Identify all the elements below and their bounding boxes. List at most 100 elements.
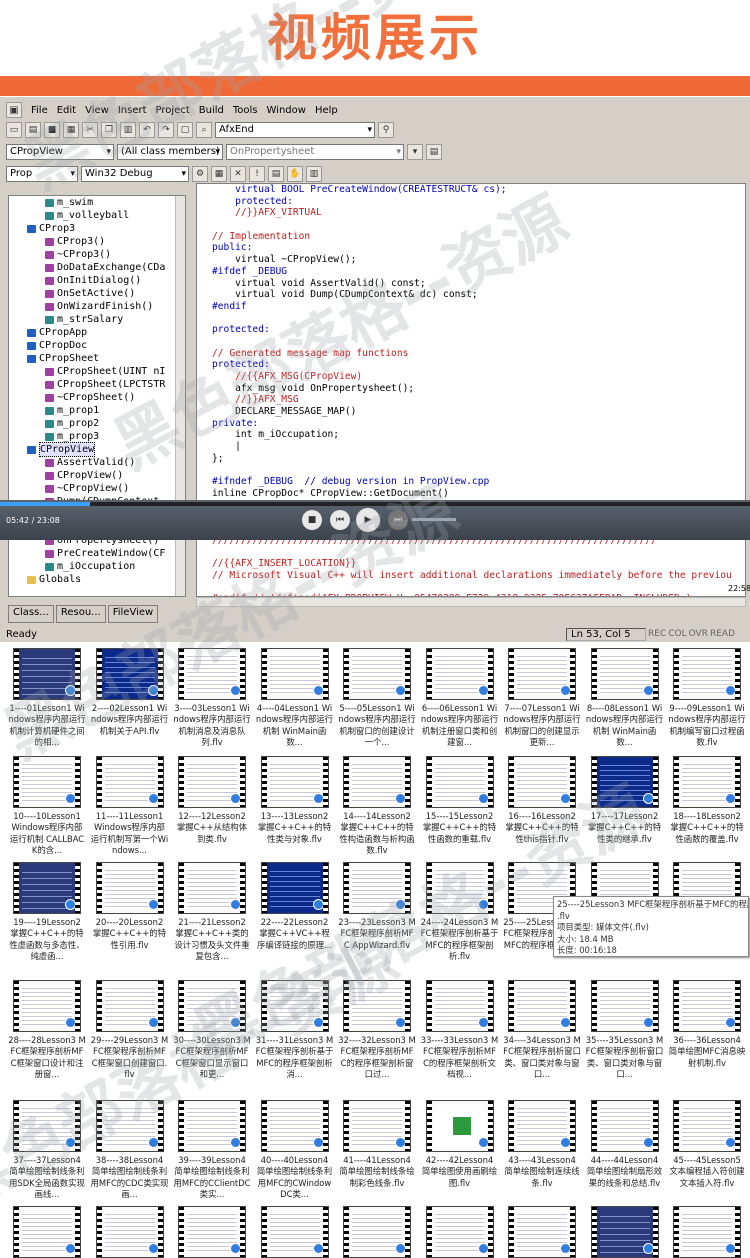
tree-node[interactable]: OnWizardFinish() <box>9 300 185 313</box>
stop-icon[interactable]: ■ <box>302 510 322 530</box>
menu-view[interactable]: View <box>85 105 109 116</box>
tree-node[interactable]: CPropSheet(LPCTSTR <box>9 378 185 391</box>
video-tile[interactable]: 17----17Lesson2 掌握C++C++的特性类的继承.flv <box>584 756 666 845</box>
video-progress-bar[interactable] <box>0 502 750 506</box>
find-icon[interactable]: ⚲ <box>378 122 394 138</box>
workspace-tab[interactable]: FileView <box>107 605 159 623</box>
tree-node[interactable]: CPropView() <box>9 469 185 482</box>
video-tile[interactable]: 41----41Lesson4 简单绘图绘制线条绘制彩色线条.flv <box>336 1100 418 1189</box>
video-tile[interactable]: 11----11Lesson1 Windows程序内部运行机制写第一个Windo… <box>89 756 171 856</box>
video-tile[interactable]: 1----01Lesson1 Windows程序内部运行机制计算机硬件之间的相.… <box>6 648 88 748</box>
tree-node[interactable]: CPropSheet(UINT nI <box>9 365 185 378</box>
menu-insert[interactable]: Insert <box>118 105 147 116</box>
workspace-tab[interactable]: Resou... <box>55 605 106 623</box>
tree-node[interactable]: m_prop2 <box>9 417 185 430</box>
video-tile[interactable] <box>584 1206 666 1258</box>
open-folder-icon[interactable]: ▤ <box>25 122 41 138</box>
video-tile[interactable]: 16----16Lesson2 掌握C++C++的特性this指针.flv <box>501 756 583 845</box>
tree-node[interactable]: CProp3() <box>9 235 185 248</box>
previous-icon[interactable]: ⏮ <box>330 510 350 530</box>
video-tile[interactable]: 9----09Lesson1 Windows程序内部运行机制编写窗口过程函数.f… <box>666 648 748 748</box>
video-tile[interactable]: 8----08Lesson1 Windows程序内部运行机制 WinMain函数… <box>584 648 666 748</box>
execute-icon[interactable]: ! <box>249 166 265 182</box>
tree-node[interactable]: OnSetActive() <box>9 287 185 300</box>
tree-node[interactable]: ~CPropSheet() <box>9 391 185 404</box>
video-tile[interactable]: 34----34Lesson3 MFC框架程序剖析窗口类、窗口类对象与窗口... <box>501 980 583 1080</box>
video-tile[interactable] <box>254 1206 336 1258</box>
video-tile[interactable]: 6----06Lesson1 Windows程序内部运行机制注册窗口类和创建窗.… <box>419 648 501 748</box>
tree-node[interactable]: m_volleyball <box>9 209 185 222</box>
tree-node[interactable]: Globals <box>9 573 185 586</box>
video-tile[interactable]: 43----43Lesson4 简单绘图绘制连续线条.flv <box>501 1100 583 1189</box>
undo-icon[interactable]: ↶ <box>139 122 155 138</box>
build-icon[interactable]: ▦ <box>211 166 227 182</box>
video-tile[interactable]: 2----02Lesson1 Windows程序内部运行机制关于API.flv <box>89 648 171 737</box>
menu-project[interactable]: Project <box>156 105 190 116</box>
video-tile[interactable]: 15----15Lesson2 掌握C++C++的特性函数的重载.flv <box>419 756 501 845</box>
volume-slider[interactable] <box>412 518 456 521</box>
function-combo[interactable]: OnPropertysheet <box>226 144 404 160</box>
video-tile[interactable]: 14----14Lesson2 掌握C++C++的特性构造函数与析构函数.flv <box>336 756 418 856</box>
video-tile[interactable]: 13----13Lesson2 掌握C++C++的特性类与对象.flv <box>254 756 336 845</box>
video-tile[interactable]: 30----30Lesson3 MFC框架程序剖析MFC框架窗口显示窗口和更..… <box>171 980 253 1080</box>
tree-node[interactable]: CPropDoc <box>9 339 185 352</box>
config-combo[interactable]: Win32 Debug <box>81 166 189 182</box>
workspace-tab[interactable]: Class... <box>8 605 54 623</box>
tree-node[interactable]: m_swim <box>9 196 185 209</box>
tree-node[interactable]: ~CProp3() <box>9 248 185 261</box>
video-tile[interactable] <box>89 1206 171 1258</box>
new-file-icon[interactable]: ▭ <box>6 122 22 138</box>
video-tile[interactable]: 40----40Lesson4 简单绘图绘制线条利用MFC的CWindowDC类… <box>254 1100 336 1200</box>
video-tile[interactable]: 42----42Lesson4 简单绘图使用画刷绘图.flv <box>419 1100 501 1189</box>
tree-node[interactable]: m_prop3 <box>9 430 185 443</box>
menu-build[interactable]: Build <box>199 105 224 116</box>
video-tile[interactable]: 22----22Lesson2 掌握C++VC++程序编译链接的原理... <box>254 862 336 951</box>
project-combo[interactable]: Prop <box>6 166 78 182</box>
video-tile[interactable] <box>419 1206 501 1258</box>
tree-node[interactable]: m_prop1 <box>9 404 185 417</box>
video-tile[interactable]: 5----05Lesson1 Windows程序内部运行机制窗口的创建设计一个.… <box>336 648 418 748</box>
video-tile[interactable]: 20----20Lesson2 掌握C++C++的特性引用.flv <box>89 862 171 951</box>
video-tile[interactable] <box>6 1206 88 1258</box>
redo-icon[interactable]: ↷ <box>158 122 174 138</box>
video-tile[interactable]: 4----04Lesson1 Windows程序内部运行机制 WinMain函数… <box>254 648 336 748</box>
video-tile[interactable]: 36----36Lesson4 简单绘图MFC消息映射机制.flv <box>666 980 748 1069</box>
tree-node[interactable]: m_strSalary <box>9 313 185 326</box>
tree-node[interactable]: m_iOccupation <box>9 560 185 573</box>
copy-icon[interactable]: ❐ <box>101 122 117 138</box>
tree-node[interactable]: CPropView <box>9 442 185 457</box>
class-combo[interactable]: CPropView <box>6 144 114 160</box>
next-icon[interactable]: ⏭ <box>388 510 408 530</box>
cut-icon[interactable]: ✂ <box>82 122 98 138</box>
video-tile[interactable]: 44----44Lesson4 简单绘图绘制扇形效果的线条和总结.flv <box>584 1100 666 1189</box>
wizard-action-icon[interactable]: ▾ <box>407 144 423 160</box>
video-tile[interactable] <box>666 1206 748 1258</box>
find-combo[interactable]: AfxEnd <box>215 122 375 138</box>
wizard-menu-icon[interactable]: ▤ <box>426 144 442 160</box>
editor-hscrollbar[interactable] <box>196 597 746 607</box>
video-tile[interactable]: 18----18Lesson2 掌握C++C++的特性函数的覆盖.flv <box>666 756 748 845</box>
save-all-icon[interactable]: ▦ <box>63 122 79 138</box>
go-icon[interactable]: ▤ <box>268 166 284 182</box>
save-icon[interactable]: ■ <box>44 122 60 138</box>
tree-node[interactable]: OnInitDialog() <box>9 274 185 287</box>
video-tile[interactable]: 10----10Lesson1 Windows程序内部运行机制 CALLBACK… <box>6 756 88 856</box>
members-combo[interactable]: (All class members) <box>117 144 223 160</box>
video-tile[interactable]: 33----33Lesson3 MFC框架程序剖析MFC的程序框架剖析文档视..… <box>419 980 501 1080</box>
video-tile[interactable]: 23----23Lesson3 MFC框架程序剖析MFC AppWizard.f… <box>336 862 418 951</box>
video-tile[interactable]: 29----29Lesson3 MFC框架程序剖析MFC框架窗口创建窗口.flv <box>89 980 171 1080</box>
video-tile[interactable]: 7----07Lesson1 Windows程序内部运行机制窗口的创建显示更新.… <box>501 648 583 748</box>
video-tile[interactable]: 37----37Lesson4 简单绘图绘制线条利用SDK全局函数实现画线... <box>6 1100 88 1200</box>
menu-window[interactable]: Window <box>267 105 306 116</box>
video-tile[interactable]: 12----12Lesson2 掌握C++从结构体到类.flv <box>171 756 253 845</box>
video-tile[interactable] <box>171 1206 253 1258</box>
video-tile[interactable]: 31----31Lesson3 MFC框架程序剖析基于MFC的程序框架剖析消..… <box>254 980 336 1080</box>
menu-tools[interactable]: Tools <box>233 105 258 116</box>
tree-node[interactable]: CProp3 <box>9 222 185 235</box>
video-tile[interactable]: 45----45Lesson5 文本编程插入符创建文本插入符.flv <box>666 1100 748 1189</box>
menu-edit[interactable]: Edit <box>57 105 76 116</box>
paste-icon[interactable]: ▥ <box>120 122 136 138</box>
tree-node[interactable]: DoDataExchange(CDa <box>9 261 185 274</box>
tree-node[interactable]: ~CPropView() <box>9 482 185 495</box>
find-in-files-icon[interactable]: ⌕ <box>196 122 212 138</box>
